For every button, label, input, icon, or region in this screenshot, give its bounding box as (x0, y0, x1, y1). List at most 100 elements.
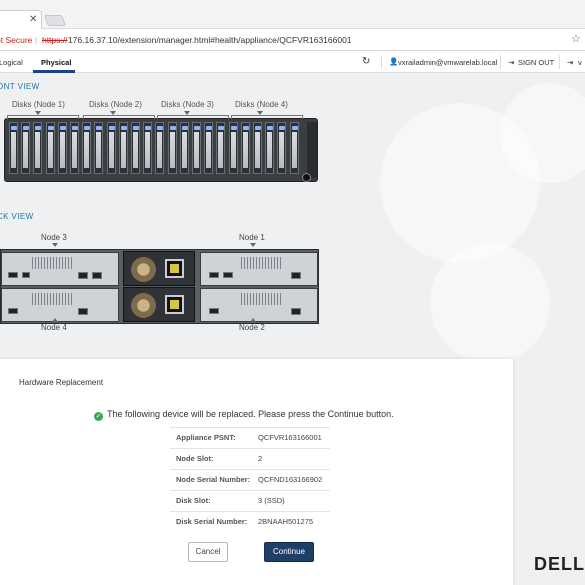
drive-bay[interactable] (21, 122, 31, 174)
url-scheme: https:// (42, 35, 68, 45)
vent-grill (241, 293, 281, 305)
port (22, 272, 30, 278)
drive-led-icon (120, 126, 127, 130)
check-circle-icon: ✓ (94, 412, 103, 421)
node-2-module[interactable] (200, 288, 318, 322)
address-separator: | (35, 35, 38, 45)
bookmark-star-icon[interactable]: ☆ (571, 28, 581, 50)
drive-bay[interactable] (216, 122, 226, 174)
port (78, 272, 88, 279)
divider (559, 55, 560, 69)
port (291, 272, 301, 279)
drive-carrier (145, 132, 151, 168)
port (8, 308, 18, 314)
background-bubble (430, 243, 550, 363)
detail-row: Node Serial Number: QCFND163166902 (170, 469, 330, 489)
control-panel (307, 122, 317, 178)
arrow-down-icon (250, 243, 256, 247)
drive-bay[interactable] (131, 122, 140, 174)
drive-bay[interactable] (155, 122, 165, 174)
drive-bay[interactable] (192, 122, 201, 174)
drive-carrier (206, 132, 212, 168)
drive-led-icon (96, 126, 103, 130)
drive-led-icon (157, 126, 164, 130)
drive-bay[interactable] (228, 122, 238, 174)
drive-led-icon (84, 126, 91, 130)
drive-led-icon (181, 126, 188, 130)
detail-value: QCFND163166902 (258, 475, 323, 484)
drive-bay[interactable] (179, 122, 189, 174)
drive-carrier (194, 132, 199, 168)
detail-label: Node Slot: (176, 454, 214, 463)
browser-tab[interactable]: ✕ (0, 10, 42, 29)
tab-logical[interactable]: Logical (0, 58, 23, 67)
drive-carrier (279, 132, 285, 168)
continue-button[interactable]: Continue (264, 542, 314, 562)
cancel-button[interactable]: Cancel (188, 542, 228, 562)
drive-carrier (23, 132, 29, 168)
sign-out-link[interactable]: SIGN OUT (518, 58, 554, 67)
drive-carrier (133, 132, 138, 168)
drive-led-icon (133, 126, 139, 130)
extra-menu[interactable]: v (578, 58, 582, 67)
vent-grill (32, 293, 72, 305)
port (223, 272, 233, 278)
drive-bay[interactable] (240, 122, 250, 174)
port (209, 308, 219, 314)
front-chassis (4, 115, 318, 182)
drive-bay[interactable] (106, 122, 116, 174)
drive-led-icon (23, 126, 30, 130)
node-label: Node 3 (41, 233, 67, 242)
drive-bay[interactable] (94, 122, 104, 174)
drive-bay[interactable] (33, 122, 43, 174)
drive-bay[interactable] (167, 122, 177, 174)
drive-bay[interactable] (204, 122, 214, 174)
drive-bay[interactable] (277, 122, 287, 174)
close-tab-icon[interactable]: ✕ (29, 14, 37, 25)
drive-led-icon (267, 126, 274, 130)
drive-led-icon (218, 126, 225, 130)
drive-led-icon (230, 126, 237, 130)
drive-carrier (218, 132, 224, 168)
detail-label: Appliance PSNT: (176, 433, 236, 442)
drive-led-icon (291, 126, 298, 130)
drive-bay[interactable] (289, 122, 299, 174)
arrow-down-icon (52, 243, 58, 247)
drive-carrier (96, 132, 102, 168)
address-bar[interactable]: ot Secure | https:// 176.16.37.10/extens… (0, 29, 585, 51)
drive-carrier (59, 132, 65, 168)
tab-physical[interactable]: Physical (41, 58, 71, 67)
detail-label: Disk Slot: (176, 496, 211, 505)
power-plug-icon (165, 259, 184, 278)
node-4-module[interactable] (1, 288, 119, 322)
front-view-title: ONT VIEW (0, 82, 40, 91)
drive-bay[interactable] (265, 122, 275, 174)
node-1-module[interactable] (200, 252, 318, 286)
fan-icon (129, 255, 158, 284)
drive-led-icon (169, 126, 176, 130)
drive-carrier (47, 132, 53, 168)
disk-group-label: Disks (Node 1) (12, 100, 65, 109)
app-nav: Logical Physical ↻ 👤 vxrailadmin@vmwarel… (0, 51, 585, 73)
user-name[interactable]: vxrailadmin@vmwarelab.local (398, 58, 497, 67)
refresh-icon[interactable]: ↻ (362, 56, 370, 67)
port (92, 272, 102, 279)
detail-value: 2BNAAH501275 (258, 517, 314, 526)
divider (500, 55, 501, 69)
sign-out-icon[interactable]: ⇥ (508, 58, 514, 67)
drive-bay[interactable] (57, 122, 67, 174)
drive-bay[interactable] (9, 122, 18, 174)
help-icon[interactable]: ⇥ (567, 58, 573, 67)
drive-carrier (11, 132, 16, 168)
drive-bay[interactable] (253, 122, 262, 174)
drive-carrier (72, 132, 77, 168)
drive-bay[interactable] (45, 122, 55, 174)
security-warning[interactable]: ot Secure (0, 29, 32, 51)
drive-bay[interactable] (70, 122, 79, 174)
drive-bay[interactable] (118, 122, 128, 174)
node-3-module[interactable] (1, 252, 119, 286)
drive-bay[interactable] (82, 122, 92, 174)
vent-grill (241, 257, 281, 269)
new-tab-button[interactable] (43, 15, 67, 26)
drive-bay[interactable] (143, 122, 153, 174)
